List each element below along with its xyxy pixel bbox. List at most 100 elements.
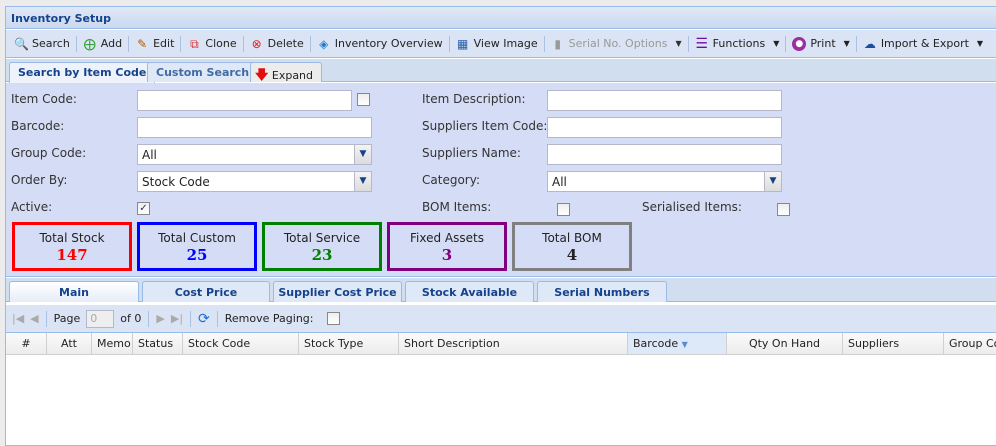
paw-icon: ● — [792, 36, 807, 51]
expand-button[interactable]: 🡇 Expand — [250, 62, 323, 83]
delete-button[interactable]: ⊗ Delete — [245, 33, 309, 55]
active-checkbox[interactable]: ✓ — [137, 202, 150, 215]
divider — [75, 35, 77, 52]
column-header-barcode[interactable]: Barcode ▼ — [628, 333, 727, 354]
divider — [45, 310, 47, 327]
fixed-assets-label: Fixed Assets — [410, 231, 484, 245]
page-label: Page — [53, 312, 81, 325]
total-stock-box[interactable]: Total Stock 147 — [12, 222, 132, 271]
divider — [855, 35, 857, 52]
divider — [180, 35, 182, 52]
page-count-label: of 0 — [120, 312, 142, 325]
grid-tabs: Main Cost Price Supplier Cost Price Stoc… — [6, 278, 996, 302]
arrow-down-icon: 🡇 — [255, 68, 269, 83]
category-value: All — [552, 175, 567, 189]
chevron-down-icon: ▼ — [773, 39, 780, 48]
total-custom-value: 25 — [186, 246, 208, 264]
order-by-select[interactable]: Stock Code ▼ — [137, 171, 372, 192]
search-button[interactable]: 🔍 Search — [9, 33, 75, 55]
serialised-items-checkbox[interactable] — [777, 203, 790, 216]
inventory-overview-label: Inventory Overview — [334, 37, 443, 50]
column-header-status[interactable]: Status — [133, 333, 183, 354]
view-image-label: View Image — [473, 37, 538, 50]
import-export-button[interactable]: ☁ Import & Export ▼ — [858, 33, 988, 55]
total-custom-label: Total Custom — [158, 231, 236, 245]
column-header-att[interactable]: Att — [47, 333, 92, 354]
column-header-number[interactable]: # — [6, 333, 47, 354]
total-custom-box[interactable]: Total Custom 25 — [137, 222, 257, 271]
prev-page-icon[interactable]: ◀ — [30, 312, 38, 325]
refresh-icon[interactable]: ⟳ — [198, 311, 210, 327]
inventory-overview-button[interactable]: ◈ Inventory Overview — [312, 33, 448, 55]
suppliers-name-label: Suppliers Name: — [422, 146, 521, 160]
total-bom-box[interactable]: Total BOM 4 — [512, 222, 632, 271]
barcode-input[interactable] — [137, 117, 372, 138]
next-page-icon[interactable]: ▶ — [156, 312, 164, 325]
divider — [190, 310, 192, 327]
serialised-items-label: Serialised Items: — [642, 200, 742, 214]
column-header-memo[interactable]: Memo — [92, 333, 133, 354]
tab-custom-search[interactable]: Custom Search — [147, 62, 259, 82]
first-page-icon[interactable]: |◀ — [12, 312, 24, 325]
total-service-label: Total Service — [283, 231, 361, 245]
clone-button[interactable]: ⧉ Clone — [182, 33, 241, 55]
suppliers-item-code-label: Suppliers Item Code: — [422, 119, 548, 133]
item-code-input[interactable] — [137, 90, 352, 111]
group-code-select[interactable]: All ▼ — [137, 144, 372, 165]
tab-search-by-item-code[interactable]: Search by Item Code — [9, 62, 156, 83]
page-number-input[interactable]: 0 — [86, 309, 115, 328]
add-button[interactable]: ⨁ Add — [78, 33, 127, 55]
tab-serial-numbers[interactable]: Serial Numbers — [537, 281, 667, 302]
serial-no-options-button[interactable]: ▮ Serial No. Options ▼ — [546, 33, 687, 55]
chevron-down-icon[interactable]: ▼ — [354, 172, 371, 191]
item-description-label: Item Description: — [422, 92, 526, 106]
divider — [148, 310, 150, 327]
barcode-icon: ▮ — [554, 36, 561, 51]
column-header-suppliers[interactable]: Suppliers — [843, 333, 944, 354]
divider — [216, 310, 218, 327]
sort-descending-icon: ▼ — [681, 340, 688, 349]
divider — [785, 35, 787, 52]
tab-cost-price[interactable]: Cost Price — [142, 281, 270, 302]
toolbar: 🔍 Search ⨁ Add ✎ Edit ⧉ Clone ⊗ Delete ◈ Inven… — [6, 30, 996, 58]
chevron-down-icon[interactable]: ▼ — [354, 145, 371, 164]
total-service-box[interactable]: Total Service 23 — [262, 222, 382, 271]
view-image-button[interactable]: ▦ View Image — [451, 33, 543, 55]
order-by-label: Order By: — [11, 173, 68, 187]
column-header-stock-code[interactable]: Stock Code — [183, 333, 299, 354]
tab-main[interactable]: Main — [9, 281, 139, 302]
fixed-assets-box[interactable]: Fixed Assets 3 — [387, 222, 507, 271]
active-label: Active: — [11, 200, 53, 214]
tab-supplier-cost-price[interactable]: Supplier Cost Price — [273, 281, 402, 302]
delete-document-icon: ⊗ — [251, 36, 262, 51]
last-page-icon[interactable]: ▶| — [171, 312, 183, 325]
total-service-value: 23 — [311, 246, 333, 264]
edit-button[interactable]: ✎ Edit — [130, 33, 179, 55]
serial-no-options-label: Serial No. Options — [568, 37, 668, 50]
chevron-down-icon: ▼ — [976, 39, 984, 48]
search-icon: 🔍 — [14, 36, 29, 51]
functions-button[interactable]: ☰ Functions ▼ — [690, 33, 785, 55]
menu-bars-icon: ☰ — [695, 35, 708, 52]
column-header-stock-type[interactable]: Stock Type — [299, 333, 399, 354]
item-code-checkbox[interactable] — [357, 93, 370, 106]
suppliers-item-code-input[interactable] — [547, 117, 782, 138]
bom-items-checkbox[interactable] — [557, 203, 570, 216]
column-header-qty-on-hand[interactable]: Qty On Hand — [727, 333, 843, 354]
tab-stock-available[interactable]: Stock Available — [405, 281, 534, 302]
column-header-short-description[interactable]: Short Description — [399, 333, 628, 354]
category-select[interactable]: All ▼ — [547, 171, 782, 192]
delete-label: Delete — [267, 37, 304, 50]
search-form: Item Code: Barcode: Group Code: All ▼ Ord… — [6, 83, 996, 277]
panel-title: Inventory Setup — [6, 7, 996, 29]
item-description-input[interactable] — [547, 90, 782, 111]
column-header-group-code[interactable]: Group Co — [944, 333, 996, 354]
clone-label: Clone — [205, 37, 237, 50]
suppliers-name-input[interactable] — [547, 144, 782, 165]
chevron-down-icon[interactable]: ▼ — [764, 172, 781, 191]
chevron-down-icon: ▼ — [843, 39, 850, 48]
divider — [309, 35, 311, 52]
remove-paging-checkbox[interactable] — [327, 312, 341, 325]
total-stock-value: 147 — [56, 246, 88, 264]
print-button[interactable]: ● Print ▼ — [787, 33, 854, 55]
